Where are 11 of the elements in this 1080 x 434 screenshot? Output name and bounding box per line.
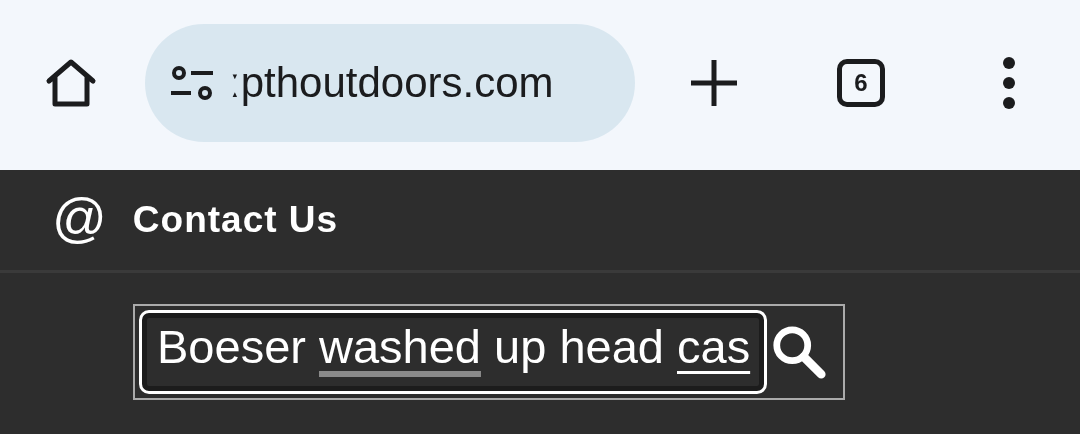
menu-icon[interactable] [1002, 56, 1016, 110]
url-text: ːpthoutdoors.com [229, 59, 554, 107]
search-icon[interactable] [770, 323, 828, 381]
new-tab-icon[interactable] [689, 58, 739, 108]
search-field[interactable]: Boeser washed up head cas [139, 310, 767, 394]
home-icon[interactable] [45, 57, 97, 109]
tab-count[interactable]: 6 [837, 59, 885, 107]
at-icon: @ [52, 190, 107, 244]
address-bar[interactable]: ːpthoutdoors.com [145, 24, 635, 142]
site-settings-icon[interactable] [169, 65, 215, 101]
contact-link[interactable]: Contact Us [132, 199, 339, 241]
